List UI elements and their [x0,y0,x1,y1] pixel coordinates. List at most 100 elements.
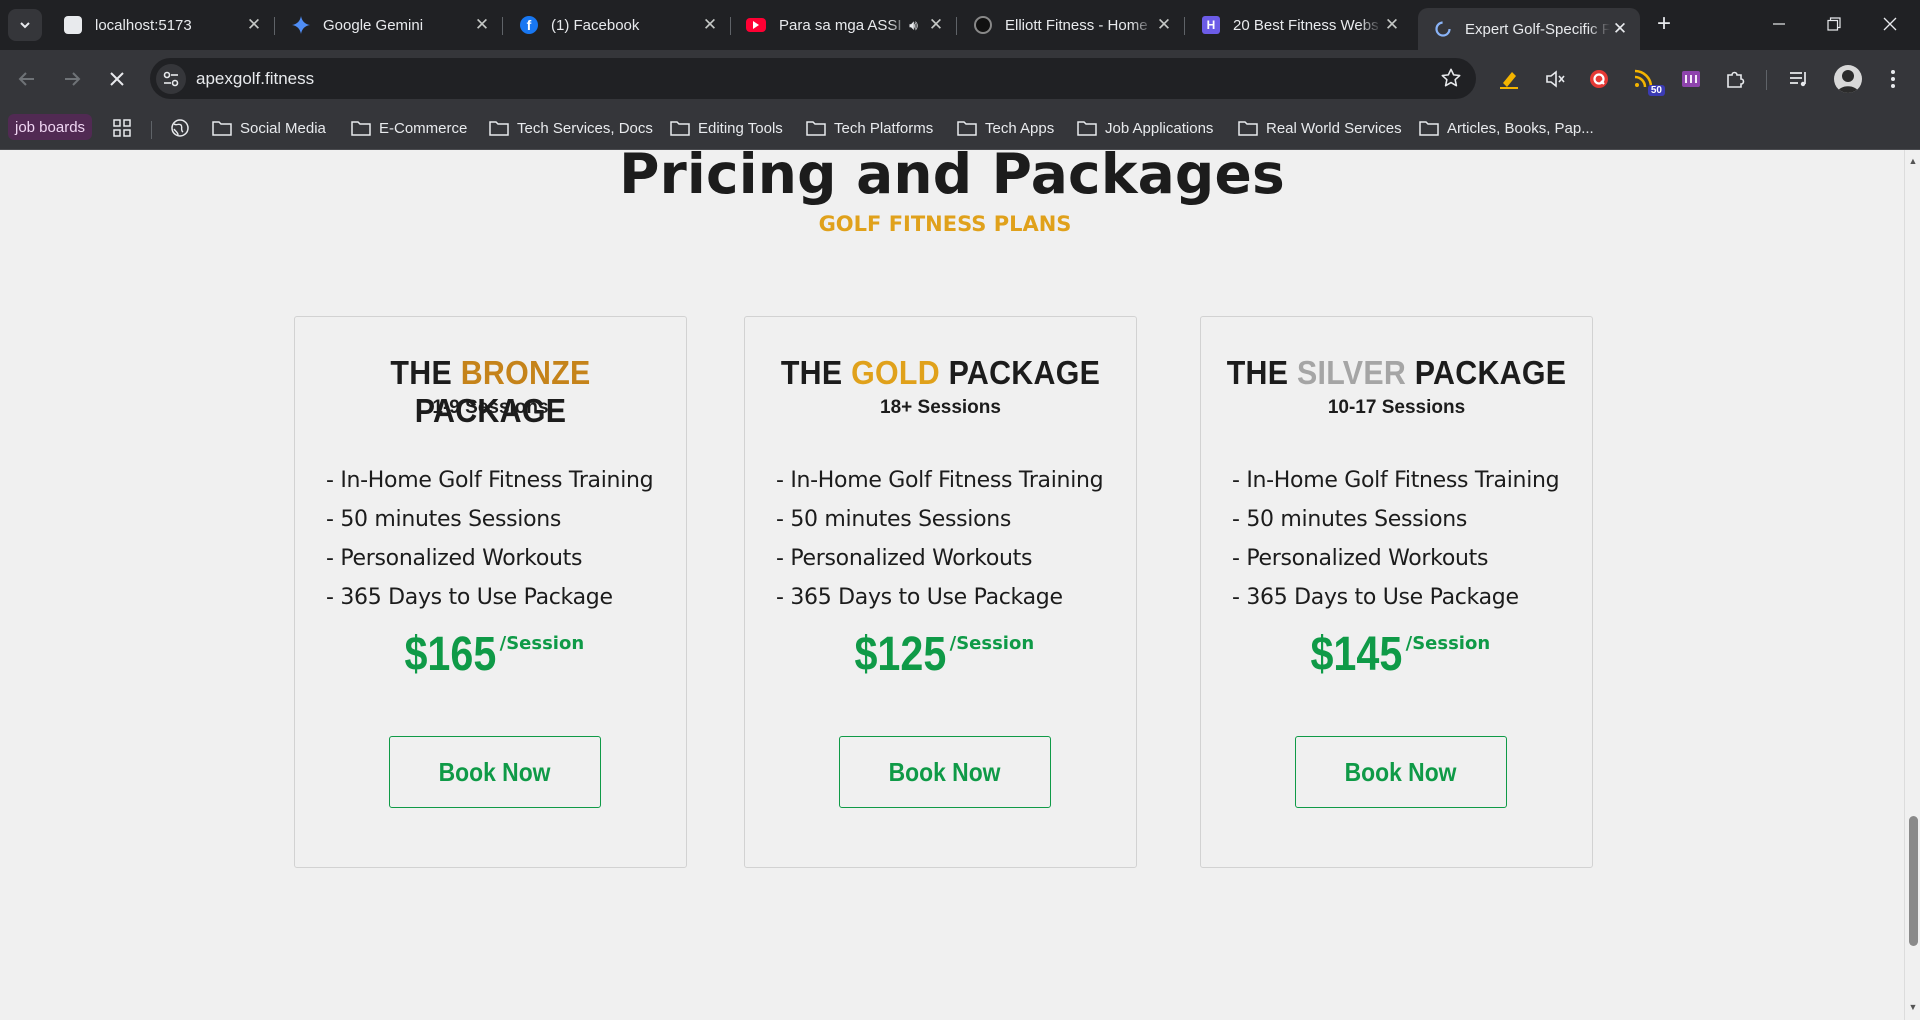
extension-badge: 50 [1647,85,1665,96]
apps-grid-icon[interactable] [112,115,132,141]
close-icon[interactable]: ✕ [472,15,492,35]
tab-strip: localhost:5173 ✕ Google Gemini ✕ f (1) F… [0,0,1920,50]
tab-gemini[interactable]: Google Gemini ✕ [276,8,503,42]
package-card-gold: THE GOLD PACKAGE 18+ Sessions - In-Home … [744,316,1137,868]
tab-apexgolf-active[interactable]: Expert Golf-Specific F ✕ [1418,8,1640,50]
forward-button[interactable] [57,64,87,94]
price-unit: /Session [949,633,1035,654]
feature-item: - Personalized Workouts [326,546,583,571]
feature-list: - In-Home Golf Fitness Training - 50 min… [326,461,654,617]
folder-icon [806,121,826,136]
browser-toolbar: apexgolf.fitness 50 [0,50,1920,107]
bookmark-folder-tech-services[interactable]: Tech Services, Docs [489,115,653,141]
package-sessions: 10-17 Sessions [1327,397,1466,418]
close-icon [1883,17,1897,31]
page-title: Pricing and Packages [619,150,1285,206]
folder-icon [957,121,977,136]
close-icon[interactable]: ✕ [244,15,264,35]
close-icon[interactable]: ✕ [700,15,720,35]
tune-icon [163,71,179,87]
loading-icon [1434,20,1452,38]
scroll-down-icon[interactable]: ▼ [1908,1002,1918,1012]
page-scrollbar[interactable]: ▲ ▼ [1904,150,1920,1020]
folder-icon [1077,121,1097,136]
tab-best-fitness-websites[interactable]: H 20 Best Fitness Webs ✕ [1186,8,1412,42]
more-menu-icon[interactable] [1880,66,1906,92]
tab-title: Google Gemini [323,16,424,34]
bookmark-folder-e-commerce[interactable]: E-Commerce [351,115,467,141]
new-tab-button[interactable]: + [1650,10,1678,38]
tab-search-button[interactable] [8,9,42,41]
bookmarks-bar: job boards Social Media E-Commerce Tech … [0,107,1920,150]
arrow-left-icon [18,72,34,86]
bookmark-folder-real-world-services[interactable]: Real World Services [1238,115,1402,141]
price-amount: $145 [1310,628,1403,681]
folder-icon [670,121,690,136]
price-unit: /Session [1405,633,1491,654]
close-icon[interactable]: ✕ [1382,15,1402,35]
feature-item: - 50 minutes Sessions [776,507,1012,532]
tab-title: Elliott Fitness - Home [1005,16,1148,34]
scroll-up-icon[interactable]: ▲ [1908,156,1918,166]
globe-icon[interactable] [170,115,190,141]
book-now-button[interactable]: Book Now [389,736,601,808]
bookmark-folder-job-applications[interactable]: Job Applications [1077,115,1213,141]
close-icon[interactable]: ✕ [926,15,946,35]
price-amount: $125 [854,628,947,681]
back-button[interactable] [12,64,42,94]
feature-item: - Personalized Workouts [1232,546,1489,571]
feature-list: - In-Home Golf Fitness Training - 50 min… [1232,461,1560,617]
rss-extension-icon[interactable]: 50 [1631,66,1665,96]
tab-facebook[interactable]: f (1) Facebook ✕ [504,8,731,42]
price-unit: /Session [499,633,585,654]
bookmark-folder-tech-platforms[interactable]: Tech Platforms [806,115,933,141]
bookmark-folder-tech-apps[interactable]: Tech Apps [957,115,1054,141]
stop-loading-button[interactable] [102,64,132,94]
arrow-right-icon [65,72,81,86]
bookmark-folder-articles[interactable]: Articles, Books, Pap... [1419,115,1594,141]
speaker-icon[interactable]: 🔊︎ [909,17,918,34]
feature-item: - In-Home Golf Fitness Training [776,468,1104,493]
close-icon[interactable]: ✕ [1154,15,1174,35]
minimize-button[interactable] [1751,0,1807,48]
highlighter-extension-icon[interactable] [1496,66,1522,92]
address-bar[interactable]: apexgolf.fitness [150,58,1476,99]
scrollbar-thumb[interactable] [1909,816,1918,946]
price-amount: $165 [404,628,497,681]
bookmark-folder-editing-tools[interactable]: Editing Tools [670,115,783,141]
close-icon[interactable]: ✕ [1610,19,1630,39]
extensions-puzzle-icon[interactable] [1722,66,1748,92]
bookmark-star-icon[interactable] [1440,67,1462,89]
package-price: $145/Session [1201,627,1592,682]
package-sessions: 18+ Sessions [880,397,1001,418]
reader-extension-icon[interactable] [1678,66,1704,92]
restore-button[interactable] [1806,0,1862,48]
tab-title: 20 Best Fitness Webs [1233,16,1379,34]
tab-youtube[interactable]: Para sa mga ASSI 🔊︎ ✕ [730,8,957,42]
quick-extension-icon[interactable] [1586,66,1612,92]
youtube-icon [746,18,766,32]
book-now-button[interactable]: Book Now [1295,736,1507,808]
bookmark-folder-social-media[interactable]: Social Media [212,115,326,141]
tab-localhost[interactable]: localhost:5173 ✕ [48,8,275,42]
facebook-icon: f [520,16,538,34]
package-price: $125/Session [745,627,1136,682]
page-subtitle: GOLF FITNESS PLANS [818,212,1072,236]
media-control-icon[interactable] [1786,66,1812,92]
package-price: $165/Session [295,627,686,682]
close-window-button[interactable] [1862,0,1918,48]
folder-icon [1238,121,1258,136]
avatar[interactable] [1834,65,1862,93]
folder-icon [212,121,232,136]
folder-icon [1419,121,1439,136]
book-now-button[interactable]: Book Now [839,736,1051,808]
folder-icon [351,121,371,136]
mute-extension-icon[interactable] [1542,66,1568,92]
h-logo-icon: H [1202,16,1220,34]
site-info-button[interactable] [156,64,186,94]
feature-item: - 50 minutes Sessions [1232,507,1468,532]
url-text[interactable]: apexgolf.fitness [196,69,314,89]
tab-elliott-fitness[interactable]: Elliott Fitness - Home ✕ [958,8,1185,42]
bookmark-job-boards[interactable]: job boards [8,114,93,140]
feature-item: - In-Home Golf Fitness Training [326,468,654,493]
